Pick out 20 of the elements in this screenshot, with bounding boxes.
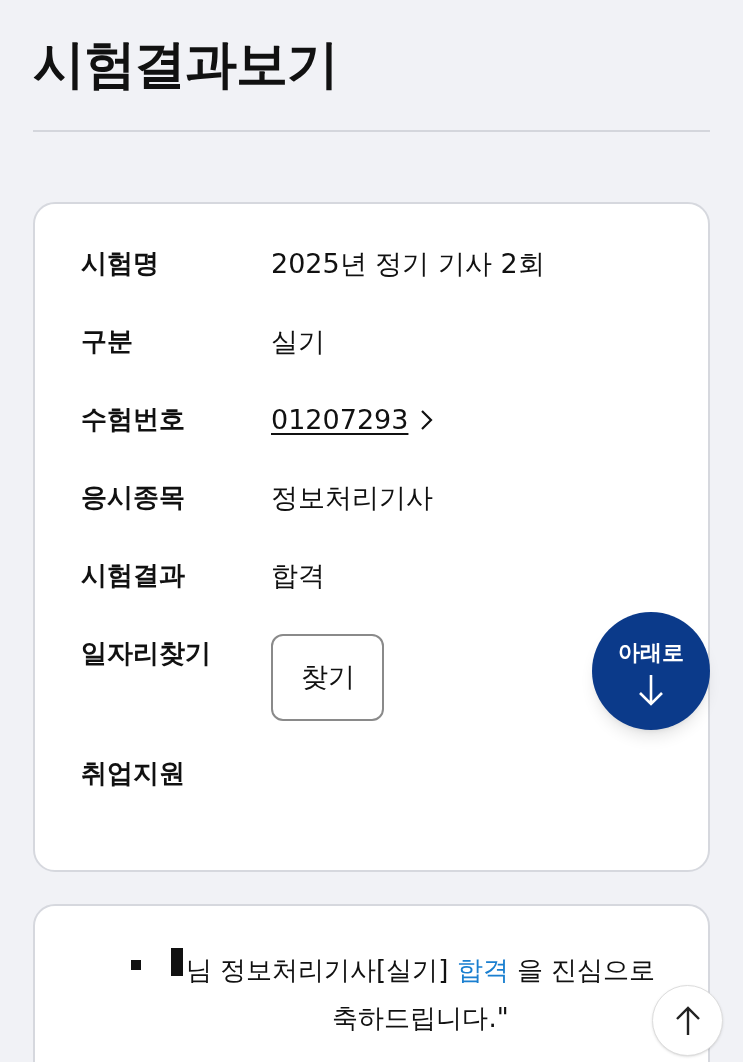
- page-title: 시험결과보기: [33, 33, 339, 96]
- field-value: 실기: [271, 325, 325, 359]
- chevron-right-icon[interactable]: [420, 409, 435, 432]
- field-value: 합격: [271, 559, 325, 593]
- field-label: 일자리찾기: [81, 637, 212, 670]
- field-label: 시험명: [81, 247, 160, 280]
- field-label: 시험결과: [81, 559, 186, 592]
- congratulation-message: 님 정보처리기사[실기] 합격 을 진심으로 축하드립니다.": [184, 954, 657, 1035]
- field-label: 수험번호: [81, 403, 186, 436]
- redacted-block: [171, 948, 183, 976]
- find-button[interactable]: 찾기: [271, 634, 384, 721]
- field-value: 2025년 정기 기사 2회: [271, 247, 545, 281]
- arrow-down-icon: [637, 672, 665, 707]
- field-label: 취업지원: [81, 757, 186, 790]
- bullet-icon: [131, 960, 141, 970]
- arrow-up-icon: [674, 1004, 701, 1037]
- field-label: 구분: [81, 325, 134, 358]
- field-label: 응시종목: [81, 481, 186, 514]
- field-value: 정보처리기사: [271, 481, 433, 515]
- exam-number-link[interactable]: 01207293: [271, 400, 409, 441]
